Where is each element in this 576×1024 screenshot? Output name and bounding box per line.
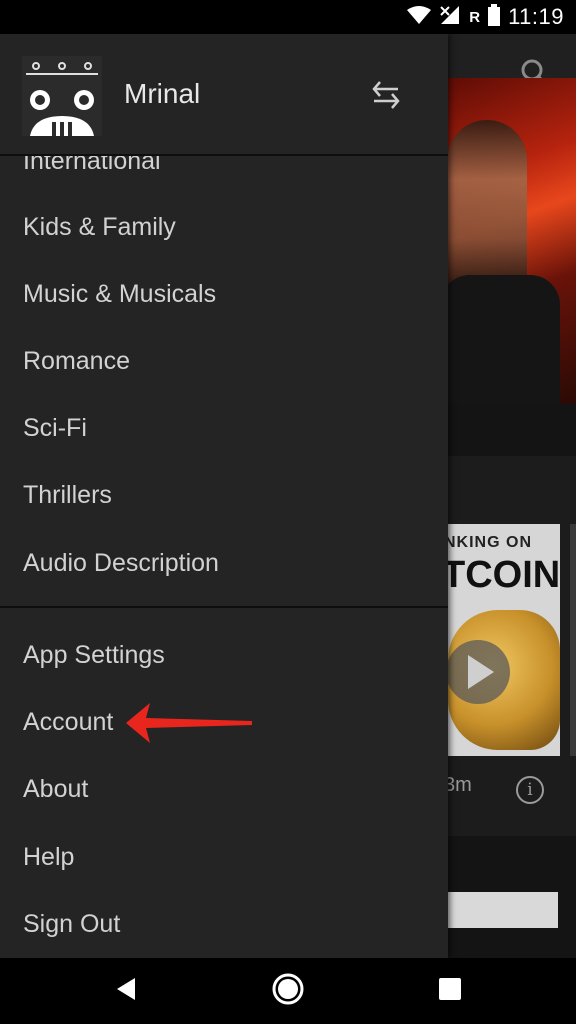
network-label: R: [469, 8, 481, 26]
hero-image: [447, 120, 527, 290]
signal-off-icon: [439, 4, 461, 31]
switch-profile-icon[interactable]: [372, 80, 400, 115]
annotation-arrow-icon: [124, 700, 254, 751]
menu-item-sign-out[interactable]: Sign Out: [0, 891, 448, 957]
menu-item-audio-description[interactable]: Audio Description: [0, 530, 448, 596]
back-icon: [115, 977, 137, 1006]
status-time: 11:19: [508, 4, 564, 29]
menu-item-romance[interactable]: Romance: [0, 328, 448, 394]
back-button[interactable]: [78, 958, 174, 1024]
menu-item-thrillers[interactable]: Thrillers: [0, 462, 448, 528]
battery-icon: [488, 3, 501, 31]
drawer-header: Mrinal: [0, 34, 448, 156]
tile-title-line1: NKING ON: [444, 534, 532, 551]
wifi-icon: [407, 5, 432, 30]
hero-image-body: [440, 275, 560, 405]
status-icons: R 11:19: [407, 0, 564, 34]
profile-name: Mrinal: [124, 78, 201, 109]
tile-duration: 3m: [444, 774, 472, 796]
menu-item-app-settings[interactable]: App Settings: [0, 622, 448, 688]
play-icon: [468, 655, 494, 689]
menu-item-kids-family[interactable]: Kids & Family: [0, 194, 448, 260]
status-bar: R 11:19: [0, 0, 576, 34]
menu-item-about[interactable]: About: [0, 756, 448, 822]
recents-button[interactable]: [402, 958, 498, 1024]
home-icon: [271, 972, 305, 1011]
info-icon[interactable]: i: [516, 776, 544, 804]
recents-icon: [439, 977, 461, 1005]
menu-item-sci-fi[interactable]: Sci-Fi: [0, 395, 448, 461]
bottom-tile[interactable]: [444, 892, 558, 928]
home-button[interactable]: [240, 958, 336, 1024]
menu-item-music-musicals[interactable]: Music & Musicals: [0, 261, 448, 327]
menu-divider: [0, 606, 448, 608]
menu-item-help[interactable]: Help: [0, 824, 448, 890]
tile-title-line2: TCOIN: [442, 554, 560, 596]
next-tile-edge: [570, 524, 576, 756]
avatar[interactable]: [22, 56, 102, 136]
navigation-drawer: Mrinal International Kids & Family Music…: [0, 34, 448, 958]
system-nav-bar: [0, 958, 576, 1024]
